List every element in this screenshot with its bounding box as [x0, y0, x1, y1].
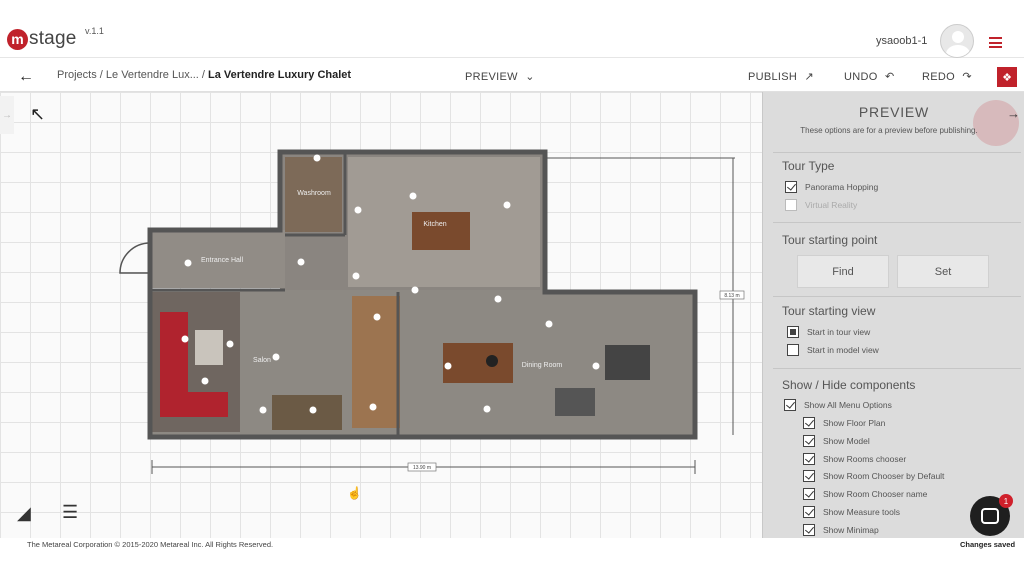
- room-label-entrance-hall: Entrance Hall: [201, 257, 243, 264]
- checkbox[interactable]: [803, 470, 815, 482]
- option-component[interactable]: Show Minimap: [803, 524, 879, 536]
- option-start-model-view[interactable]: Start in model view: [787, 344, 879, 356]
- notification-badge: 1: [999, 494, 1013, 508]
- checkbox[interactable]: [803, 524, 815, 536]
- preview-panel: PREVIEW These options are for a preview …: [762, 92, 1024, 538]
- tour-type-title: Tour Type: [782, 159, 835, 173]
- option-label: Start in model view: [807, 345, 879, 355]
- checkbox[interactable]: [803, 417, 815, 429]
- red-sofa-corner: [188, 392, 228, 417]
- option-label: Show Minimap: [823, 525, 879, 535]
- checkbox[interactable]: [785, 181, 797, 193]
- checkbox[interactable]: [803, 506, 815, 518]
- room-label-dining: Dining Room: [522, 362, 563, 369]
- option-label: Show Measure tools: [823, 507, 901, 517]
- checkbox[interactable]: [784, 399, 796, 411]
- option-label: Show All Menu Options: [804, 400, 892, 410]
- room-label-salon: Salon: [253, 357, 271, 364]
- divider: [773, 296, 1021, 297]
- armchair: [605, 345, 650, 380]
- option-panorama-hopping[interactable]: Panorama Hopping: [785, 181, 878, 193]
- mouse-cursor-icon: ☝: [347, 486, 362, 500]
- checkbox[interactable]: [803, 453, 815, 465]
- checkbox[interactable]: [803, 435, 815, 447]
- copyright-text: The Metareal Corporation © 2015-2020 Met…: [27, 540, 274, 549]
- option-label: Start in tour view: [807, 327, 871, 337]
- salon-rug: [195, 330, 223, 365]
- option-label: Show Room Chooser name: [823, 489, 928, 499]
- option-label: Virtual Reality: [805, 200, 858, 210]
- option-label: Show Model: [823, 436, 870, 446]
- room-label-kitchen: Kitchen: [423, 221, 446, 228]
- floor-plan-tool-icon[interactable]: ◢: [17, 503, 31, 524]
- layers-icon[interactable]: ☰: [62, 502, 78, 523]
- panel-title: PREVIEW: [858, 104, 930, 120]
- option-component[interactable]: Show Measure tools: [803, 506, 900, 518]
- option-component[interactable]: Show Floor Plan: [803, 417, 885, 429]
- option-label: Show Rooms chooser: [823, 454, 907, 464]
- option-component[interactable]: Show Room Chooser name: [803, 488, 927, 500]
- option-label: Show Room Chooser by Default: [823, 471, 945, 481]
- option-component[interactable]: Show Rooms chooser: [803, 453, 906, 465]
- divider: [773, 152, 1021, 153]
- dining-table: [443, 343, 513, 383]
- checkbox: [785, 199, 797, 211]
- set-button[interactable]: Set: [897, 255, 989, 288]
- components-title: Show / Hide components: [782, 378, 916, 392]
- option-show-all[interactable]: Show All Menu Options: [784, 399, 892, 411]
- option-label: Panorama Hopping: [805, 182, 879, 192]
- app-root: m stage v.1.1 ysaoob1-1 ← Projects / Le …: [0, 0, 1024, 576]
- option-component[interactable]: Show Room Chooser by Default: [803, 470, 944, 482]
- kitchen-island: [412, 212, 470, 250]
- stairs-lower: [272, 395, 342, 430]
- checkbox[interactable]: [803, 488, 815, 500]
- starting-point-title: Tour starting point: [782, 233, 878, 247]
- divider: [773, 222, 1021, 223]
- red-sofa: [160, 312, 188, 417]
- option-label: Show Floor Plan: [823, 418, 886, 428]
- panel-subtitle: These options are for a preview before p…: [800, 126, 978, 135]
- dimension-label-width: 13.90 m: [413, 465, 431, 471]
- option-start-tour-view[interactable]: Start in tour view: [787, 326, 870, 338]
- chat-icon: [981, 508, 999, 524]
- dimension-label-height: 8.13 m: [724, 293, 739, 299]
- armchair-2: [555, 388, 595, 416]
- starting-view-title: Tour starting view: [782, 304, 876, 318]
- option-virtual-reality: Virtual Reality: [785, 199, 857, 211]
- save-status: Changes saved: [960, 540, 1016, 549]
- option-component[interactable]: Show Model: [803, 435, 870, 447]
- find-button[interactable]: Find: [797, 255, 889, 288]
- divider: [773, 368, 1021, 369]
- radio[interactable]: [787, 326, 799, 338]
- radio[interactable]: [787, 344, 799, 356]
- room-label-washroom: Washroom: [297, 190, 331, 197]
- panel-collapse-arrow-icon[interactable]: →: [1007, 106, 1020, 121]
